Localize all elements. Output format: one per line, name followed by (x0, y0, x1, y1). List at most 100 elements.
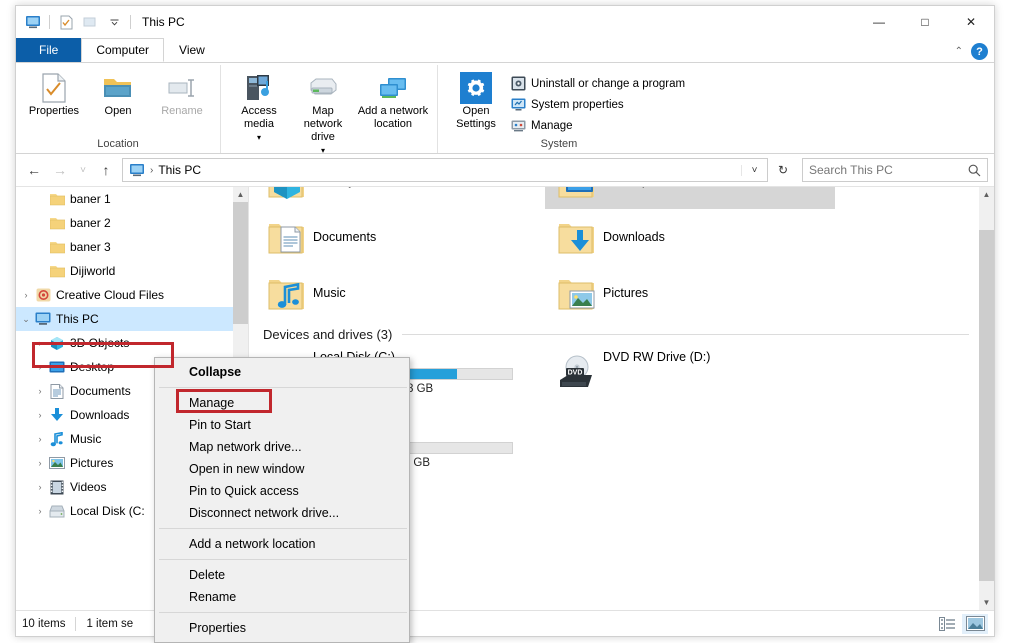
recent-locations-button[interactable]: ˅ (74, 158, 92, 182)
downloads-icon (551, 218, 603, 256)
context-menu-item-open-in-new-window[interactable]: Open in new window (155, 458, 409, 480)
content-scroll-down-icon[interactable]: ▼ (979, 595, 994, 610)
uninstall-program-button[interactable]: Uninstall or change a program (508, 73, 688, 94)
content-scroll-up-icon[interactable]: ▲ (979, 187, 994, 202)
access-media-label: Access media (241, 105, 277, 130)
folder-tile-desktop[interactable]: Desktop (545, 187, 835, 209)
folder-tile-downloads[interactable]: Downloads (545, 209, 835, 265)
sidebar-item-label: 3D Objects (70, 336, 130, 350)
search-input[interactable]: Search This PC (809, 163, 893, 177)
uninstall-program-icon (511, 76, 526, 91)
chevron-right-icon[interactable]: › (32, 386, 48, 396)
tab-file[interactable]: File (16, 38, 82, 62)
sidebar-item-label: Local Disk (C: (70, 504, 145, 518)
details-view-icon[interactable] (934, 614, 960, 634)
new-folder-icon[interactable] (79, 11, 101, 33)
open-button[interactable]: Open (86, 69, 150, 120)
chevron-right-icon[interactable]: › (32, 338, 48, 348)
sidebar-item-baner-1[interactable]: baner 1 (16, 187, 233, 211)
sidebar-item-creative-cloud-files[interactable]: › Creative Cloud Files (16, 283, 233, 307)
tab-view[interactable]: View (164, 38, 220, 62)
maximize-button[interactable]: □ (902, 6, 948, 38)
address-bar-right: ˅ (741, 164, 767, 176)
local-disk-icon (48, 505, 66, 518)
drive-tile-dvd-rw-drive-d[interactable]: DVD DVD RW Drive (D:) (545, 346, 835, 420)
sidebar-item-label: Documents (70, 384, 131, 398)
window-controls: — □ ✕ (856, 6, 994, 38)
manage-button[interactable]: Manage (508, 115, 688, 136)
sidebar-item-3d-objects[interactable]: › 3D Objects (16, 331, 233, 355)
tab-computer[interactable]: Computer (81, 38, 165, 62)
breadcrumb-this-pc[interactable]: This PC (158, 163, 201, 177)
chevron-right-icon[interactable]: › (32, 482, 48, 492)
folder-icon (48, 216, 66, 230)
context-menu-item-collapse[interactable]: Collapse (155, 361, 409, 383)
breadcrumb[interactable]: › This PC (123, 163, 203, 177)
content-scrollbar[interactable]: ▲ ▼ (979, 187, 994, 610)
folder-icon (48, 192, 66, 206)
open-settings-button[interactable]: Open Settings (444, 69, 508, 133)
access-media-caret-icon[interactable]: ▾ (257, 131, 261, 144)
folder-tile-3d-objects[interactable]: 3D Objects (255, 187, 545, 209)
context-menu-item-disconnect-network-drive[interactable]: Disconnect network drive... (155, 502, 409, 524)
this-pc-icon[interactable] (22, 11, 44, 33)
context-menu-item-pin-to-start[interactable]: Pin to Start (155, 414, 409, 436)
chevron-right-icon[interactable]: › (32, 506, 48, 516)
forward-button[interactable]: → (48, 158, 72, 182)
videos-icon (48, 480, 66, 495)
search-box[interactable]: Search This PC (802, 158, 988, 182)
content-scroll-track[interactable] (979, 202, 994, 595)
chevron-right-icon[interactable]: › (32, 434, 48, 444)
sidebar-item-label: Music (70, 432, 102, 446)
context-menu-item-add-a-network-location[interactable]: Add a network location (155, 533, 409, 555)
refresh-button[interactable]: ↻ (770, 158, 796, 182)
chevron-down-icon[interactable]: ⌄ (18, 314, 34, 325)
properties-icon[interactable] (55, 11, 77, 33)
sidebar-item-dijiworld[interactable]: Dijiworld (16, 259, 233, 283)
content-scroll-thumb[interactable] (979, 230, 994, 581)
context-menu-item-map-network-drive[interactable]: Map network drive... (155, 436, 409, 458)
context-menu-item-delete[interactable]: Delete (155, 564, 409, 586)
access-media-button[interactable]: Access media ▾ (227, 69, 291, 146)
minimize-button[interactable]: — (856, 6, 902, 38)
folder-tile-label: Documents (313, 230, 377, 244)
chevron-right-icon[interactable]: › (32, 410, 48, 420)
context-menu-separator (159, 612, 407, 613)
nav-scroll-thumb[interactable] (233, 202, 248, 324)
add-network-location-button[interactable]: Add a network location (355, 69, 431, 133)
address-dropdown-icon[interactable]: ˅ (741, 164, 767, 176)
status-selection: 1 item se (86, 617, 134, 630)
context-menu-item-manage[interactable]: Manage (155, 392, 409, 414)
folder-tile-pictures[interactable]: Pictures (545, 265, 835, 321)
folder-tile-music[interactable]: Music (255, 265, 545, 321)
file-explorer-window: This PC — □ ✕ File Computer View ⌃ ? Pro… (15, 5, 995, 643)
chevron-right-icon[interactable]: › (18, 290, 34, 300)
context-menu-item-properties[interactable]: Properties (155, 617, 409, 639)
properties-button[interactable]: Properties (22, 69, 86, 120)
sidebar-item-this-pc[interactable]: ⌄ This PC (16, 307, 233, 331)
chevron-right-icon[interactable]: › (32, 362, 48, 372)
large-icons-view-icon[interactable] (962, 613, 988, 634)
folders-grid: 3D Objects Desktop Documents Downloads Music… (249, 187, 979, 323)
sidebar-item-label: Videos (70, 480, 107, 494)
chevron-right-icon[interactable]: › (32, 458, 48, 468)
system-properties-button[interactable]: System properties (508, 94, 688, 115)
context-menu-item-rename[interactable]: Rename (155, 586, 409, 608)
close-button[interactable]: ✕ (948, 6, 994, 38)
sidebar-item-baner-2[interactable]: baner 2 (16, 211, 233, 235)
folder-tile-documents[interactable]: Documents (255, 209, 545, 265)
back-button[interactable]: ← (22, 158, 46, 182)
collapse-ribbon-icon[interactable]: ⌃ (955, 46, 963, 57)
nav-scroll-up-icon[interactable]: ▲ (233, 187, 248, 202)
open-button-label: Open (104, 105, 132, 117)
address-bar[interactable]: › This PC ˅ (122, 158, 768, 182)
up-button[interactable]: ↑ (94, 158, 118, 182)
help-icon[interactable]: ? (971, 43, 988, 60)
map-network-drive-button[interactable]: Map network drive ▾ (291, 69, 355, 159)
sidebar-item-baner-3[interactable]: baner 3 (16, 235, 233, 259)
sidebar-item-label: Creative Cloud Files (56, 288, 165, 302)
context-menu-item-pin-to-quick-access[interactable]: Pin to Quick access (155, 480, 409, 502)
manage-label: Manage (531, 119, 573, 132)
creative-cloud-icon (34, 288, 52, 302)
qat-dropdown-caret[interactable] (103, 11, 125, 33)
